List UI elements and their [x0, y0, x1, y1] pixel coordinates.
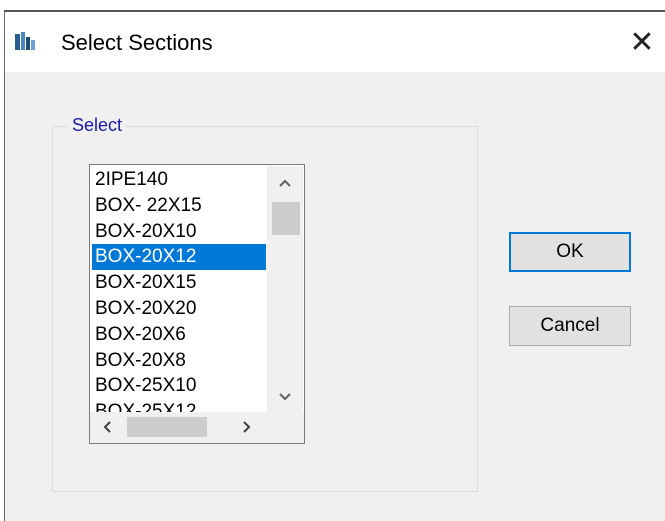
app-icon [15, 32, 35, 50]
ok-button[interactable]: OK [509, 232, 631, 272]
chevron-left-icon [103, 421, 111, 433]
horizontal-scrollbar[interactable] [89, 412, 305, 444]
dialog-body: Select 2IPE140 BOX- 22X15 BOX-20X10 BOX-20X… [5, 72, 665, 521]
list-item[interactable]: BOX-20X8 [92, 348, 266, 374]
vertical-scrollbar[interactable] [267, 166, 303, 414]
cancel-button[interactable]: Cancel [509, 306, 631, 346]
vertical-scroll-thumb[interactable] [272, 202, 300, 235]
chevron-right-icon [243, 421, 251, 433]
groupbox-label: Select [68, 114, 127, 136]
dialog-title: Select Sections [61, 30, 213, 55]
horizontal-scroll-thumb[interactable] [127, 417, 207, 437]
scroll-up-button[interactable] [267, 166, 303, 200]
list-item[interactable]: BOX-20X6 [92, 322, 266, 348]
select-sections-dialog: Select Sections ✕ Select 2IPE140 BOX- 22X… [4, 10, 665, 521]
sections-list: 2IPE140 BOX- 22X15 BOX-20X10 BOX-20X12 BOX-2… [92, 167, 266, 415]
scrollbar-corner [266, 412, 304, 442]
list-item[interactable]: BOX-20X15 [92, 270, 266, 296]
scroll-left-button[interactable] [90, 412, 124, 442]
close-button[interactable]: ✕ [619, 12, 665, 72]
list-item[interactable]: BOX-20X12 [92, 244, 266, 271]
close-icon: ✕ [629, 24, 655, 60]
scroll-down-button[interactable] [267, 380, 303, 414]
screen: Select Sections ✕ Select 2IPE140 BOX- 22X… [0, 0, 665, 521]
title-bar: Select Sections ✕ [5, 12, 665, 72]
list-item[interactable]: BOX-25X10 [92, 373, 266, 399]
list-item[interactable]: BOX- 22X15 [92, 193, 266, 219]
chevron-down-icon [279, 393, 291, 401]
scroll-right-button[interactable] [230, 412, 264, 442]
sections-listbox[interactable]: 2IPE140 BOX- 22X15 BOX-20X10 BOX-20X12 BOX-2… [89, 164, 305, 418]
chevron-up-icon [279, 179, 291, 187]
list-item[interactable]: BOX-20X20 [92, 296, 266, 322]
list-item[interactable]: BOX-20X10 [92, 219, 266, 245]
list-item[interactable]: 2IPE140 [92, 167, 266, 193]
